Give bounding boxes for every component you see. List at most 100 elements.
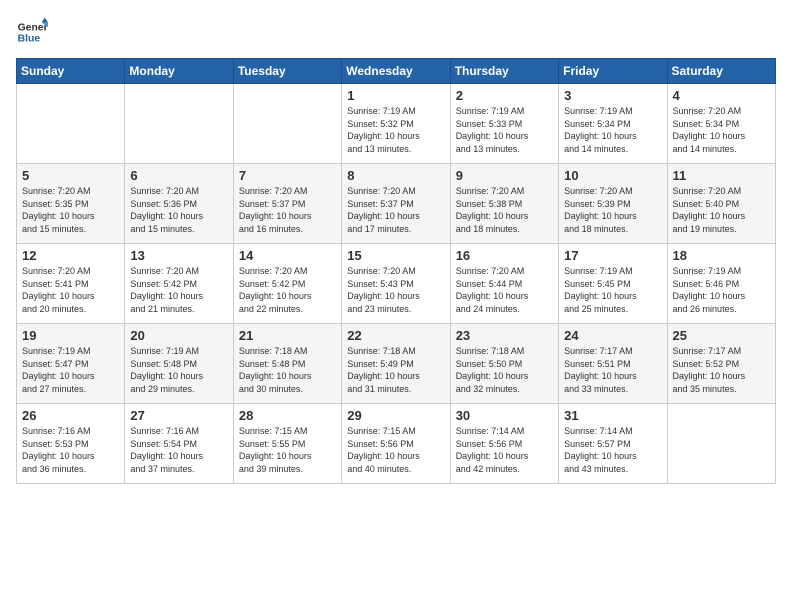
- day-number: 19: [22, 328, 119, 343]
- calendar-cell: 22 Sunrise: 7:18 AM Sunset: 5:49 PM Dayli…: [342, 324, 450, 404]
- day-number: 15: [347, 248, 444, 263]
- day-number: 11: [673, 168, 770, 183]
- day-info: Sunrise: 7:18 AM Sunset: 5:48 PM Dayligh…: [239, 345, 336, 395]
- svg-text:General: General: [18, 22, 48, 33]
- day-info: Sunrise: 7:20 AM Sunset: 5:38 PM Dayligh…: [456, 185, 553, 235]
- day-number: 30: [456, 408, 553, 423]
- day-info: Sunrise: 7:20 AM Sunset: 5:42 PM Dayligh…: [239, 265, 336, 315]
- day-number: 22: [347, 328, 444, 343]
- day-info: Sunrise: 7:19 AM Sunset: 5:45 PM Dayligh…: [564, 265, 661, 315]
- calendar-cell: [667, 404, 775, 484]
- calendar-cell: 18 Sunrise: 7:19 AM Sunset: 5:46 PM Dayli…: [667, 244, 775, 324]
- day-info: Sunrise: 7:15 AM Sunset: 5:56 PM Dayligh…: [347, 425, 444, 475]
- calendar-cell: 2 Sunrise: 7:19 AM Sunset: 5:33 PM Daylig…: [450, 84, 558, 164]
- weekday-header-friday: Friday: [559, 59, 667, 84]
- day-number: 5: [22, 168, 119, 183]
- day-info: Sunrise: 7:17 AM Sunset: 5:52 PM Dayligh…: [673, 345, 770, 395]
- calendar-cell: 30 Sunrise: 7:14 AM Sunset: 5:56 PM Dayli…: [450, 404, 558, 484]
- calendar-cell: 21 Sunrise: 7:18 AM Sunset: 5:48 PM Dayli…: [233, 324, 341, 404]
- day-number: 27: [130, 408, 227, 423]
- logo-icon: General Blue: [16, 16, 48, 48]
- calendar-week-row: 26 Sunrise: 7:16 AM Sunset: 5:53 PM Dayli…: [17, 404, 776, 484]
- day-info: Sunrise: 7:18 AM Sunset: 5:50 PM Dayligh…: [456, 345, 553, 395]
- weekday-header-thursday: Thursday: [450, 59, 558, 84]
- day-info: Sunrise: 7:19 AM Sunset: 5:34 PM Dayligh…: [564, 105, 661, 155]
- day-info: Sunrise: 7:18 AM Sunset: 5:49 PM Dayligh…: [347, 345, 444, 395]
- day-number: 17: [564, 248, 661, 263]
- day-info: Sunrise: 7:20 AM Sunset: 5:34 PM Dayligh…: [673, 105, 770, 155]
- day-number: 20: [130, 328, 227, 343]
- calendar-week-row: 1 Sunrise: 7:19 AM Sunset: 5:32 PM Daylig…: [17, 84, 776, 164]
- day-info: Sunrise: 7:17 AM Sunset: 5:51 PM Dayligh…: [564, 345, 661, 395]
- day-number: 12: [22, 248, 119, 263]
- calendar-cell: 31 Sunrise: 7:14 AM Sunset: 5:57 PM Dayli…: [559, 404, 667, 484]
- calendar-week-row: 5 Sunrise: 7:20 AM Sunset: 5:35 PM Daylig…: [17, 164, 776, 244]
- day-info: Sunrise: 7:14 AM Sunset: 5:56 PM Dayligh…: [456, 425, 553, 475]
- weekday-header-wednesday: Wednesday: [342, 59, 450, 84]
- calendar-cell: 10Sunrise: 7:20 AM Sunset: 5:39 PM Dayli…: [559, 164, 667, 244]
- day-number: 21: [239, 328, 336, 343]
- day-info: Sunrise: 7:19 AM Sunset: 5:48 PM Dayligh…: [130, 345, 227, 395]
- logo: General Blue: [16, 16, 48, 48]
- day-number: 26: [22, 408, 119, 423]
- calendar-cell: 19 Sunrise: 7:19 AM Sunset: 5:47 PM Dayli…: [17, 324, 125, 404]
- calendar-cell: 6Sunrise: 7:20 AM Sunset: 5:36 PM Daylig…: [125, 164, 233, 244]
- day-number: 24: [564, 328, 661, 343]
- calendar-table: SundayMondayTuesdayWednesdayThursdayFrid…: [16, 58, 776, 484]
- calendar-cell: 15 Sunrise: 7:20 AM Sunset: 5:43 PM Dayli…: [342, 244, 450, 324]
- day-number: 28: [239, 408, 336, 423]
- day-number: 2: [456, 88, 553, 103]
- calendar-cell: 28 Sunrise: 7:15 AM Sunset: 5:55 PM Dayli…: [233, 404, 341, 484]
- calendar-cell: 13Sunrise: 7:20 AM Sunset: 5:42 PM Dayli…: [125, 244, 233, 324]
- page-header: General Blue: [16, 16, 776, 48]
- calendar-cell: 4Sunrise: 7:20 AM Sunset: 5:34 PM Daylig…: [667, 84, 775, 164]
- day-info: Sunrise: 7:20 AM Sunset: 5:43 PM Dayligh…: [347, 265, 444, 315]
- day-number: 29: [347, 408, 444, 423]
- day-info: Sunrise: 7:15 AM Sunset: 5:55 PM Dayligh…: [239, 425, 336, 475]
- day-info: Sunrise: 7:14 AM Sunset: 5:57 PM Dayligh…: [564, 425, 661, 475]
- day-info: Sunrise: 7:19 AM Sunset: 5:33 PM Dayligh…: [456, 105, 553, 155]
- day-info: Sunrise: 7:19 AM Sunset: 5:32 PM Dayligh…: [347, 105, 444, 155]
- day-number: 25: [673, 328, 770, 343]
- day-info: Sunrise: 7:20 AM Sunset: 5:37 PM Dayligh…: [347, 185, 444, 235]
- calendar-week-row: 19 Sunrise: 7:19 AM Sunset: 5:47 PM Dayli…: [17, 324, 776, 404]
- calendar-cell: 7 Sunrise: 7:20 AM Sunset: 5:37 PM Daylig…: [233, 164, 341, 244]
- calendar-cell: 27Sunrise: 7:16 AM Sunset: 5:54 PM Dayli…: [125, 404, 233, 484]
- calendar-cell: 11 Sunrise: 7:20 AM Sunset: 5:40 PM Dayli…: [667, 164, 775, 244]
- calendar-cell: 3 Sunrise: 7:19 AM Sunset: 5:34 PM Daylig…: [559, 84, 667, 164]
- day-info: Sunrise: 7:20 AM Sunset: 5:41 PM Dayligh…: [22, 265, 119, 315]
- day-number: 23: [456, 328, 553, 343]
- weekday-header-tuesday: Tuesday: [233, 59, 341, 84]
- day-number: 6: [130, 168, 227, 183]
- calendar-cell: [233, 84, 341, 164]
- calendar-cell: [17, 84, 125, 164]
- day-info: Sunrise: 7:19 AM Sunset: 5:46 PM Dayligh…: [673, 265, 770, 315]
- calendar-cell: 25 Sunrise: 7:17 AM Sunset: 5:52 PM Dayli…: [667, 324, 775, 404]
- day-info: Sunrise: 7:20 AM Sunset: 5:35 PM Dayligh…: [22, 185, 119, 235]
- day-number: 7: [239, 168, 336, 183]
- day-number: 31: [564, 408, 661, 423]
- weekday-header-sunday: Sunday: [17, 59, 125, 84]
- calendar-cell: 12 Sunrise: 7:20 AM Sunset: 5:41 PM Dayli…: [17, 244, 125, 324]
- calendar-cell: 17 Sunrise: 7:19 AM Sunset: 5:45 PM Dayli…: [559, 244, 667, 324]
- day-number: 1: [347, 88, 444, 103]
- day-info: Sunrise: 7:20 AM Sunset: 5:44 PM Dayligh…: [456, 265, 553, 315]
- calendar-cell: 16Sunrise: 7:20 AM Sunset: 5:44 PM Dayli…: [450, 244, 558, 324]
- day-info: Sunrise: 7:20 AM Sunset: 5:39 PM Dayligh…: [564, 185, 661, 235]
- calendar-cell: [125, 84, 233, 164]
- day-number: 18: [673, 248, 770, 263]
- day-number: 8: [347, 168, 444, 183]
- weekday-header-monday: Monday: [125, 59, 233, 84]
- calendar-cell: 9Sunrise: 7:20 AM Sunset: 5:38 PM Daylig…: [450, 164, 558, 244]
- calendar-cell: 29 Sunrise: 7:15 AM Sunset: 5:56 PM Dayli…: [342, 404, 450, 484]
- day-number: 3: [564, 88, 661, 103]
- day-info: Sunrise: 7:20 AM Sunset: 5:42 PM Dayligh…: [130, 265, 227, 315]
- day-info: Sunrise: 7:20 AM Sunset: 5:40 PM Dayligh…: [673, 185, 770, 235]
- day-info: Sunrise: 7:19 AM Sunset: 5:47 PM Dayligh…: [22, 345, 119, 395]
- calendar-cell: 23 Sunrise: 7:18 AM Sunset: 5:50 PM Dayli…: [450, 324, 558, 404]
- weekday-header-saturday: Saturday: [667, 59, 775, 84]
- day-info: Sunrise: 7:20 AM Sunset: 5:37 PM Dayligh…: [239, 185, 336, 235]
- day-info: Sunrise: 7:16 AM Sunset: 5:53 PM Dayligh…: [22, 425, 119, 475]
- calendar-week-row: 12 Sunrise: 7:20 AM Sunset: 5:41 PM Dayli…: [17, 244, 776, 324]
- calendar-cell: 5 Sunrise: 7:20 AM Sunset: 5:35 PM Daylig…: [17, 164, 125, 244]
